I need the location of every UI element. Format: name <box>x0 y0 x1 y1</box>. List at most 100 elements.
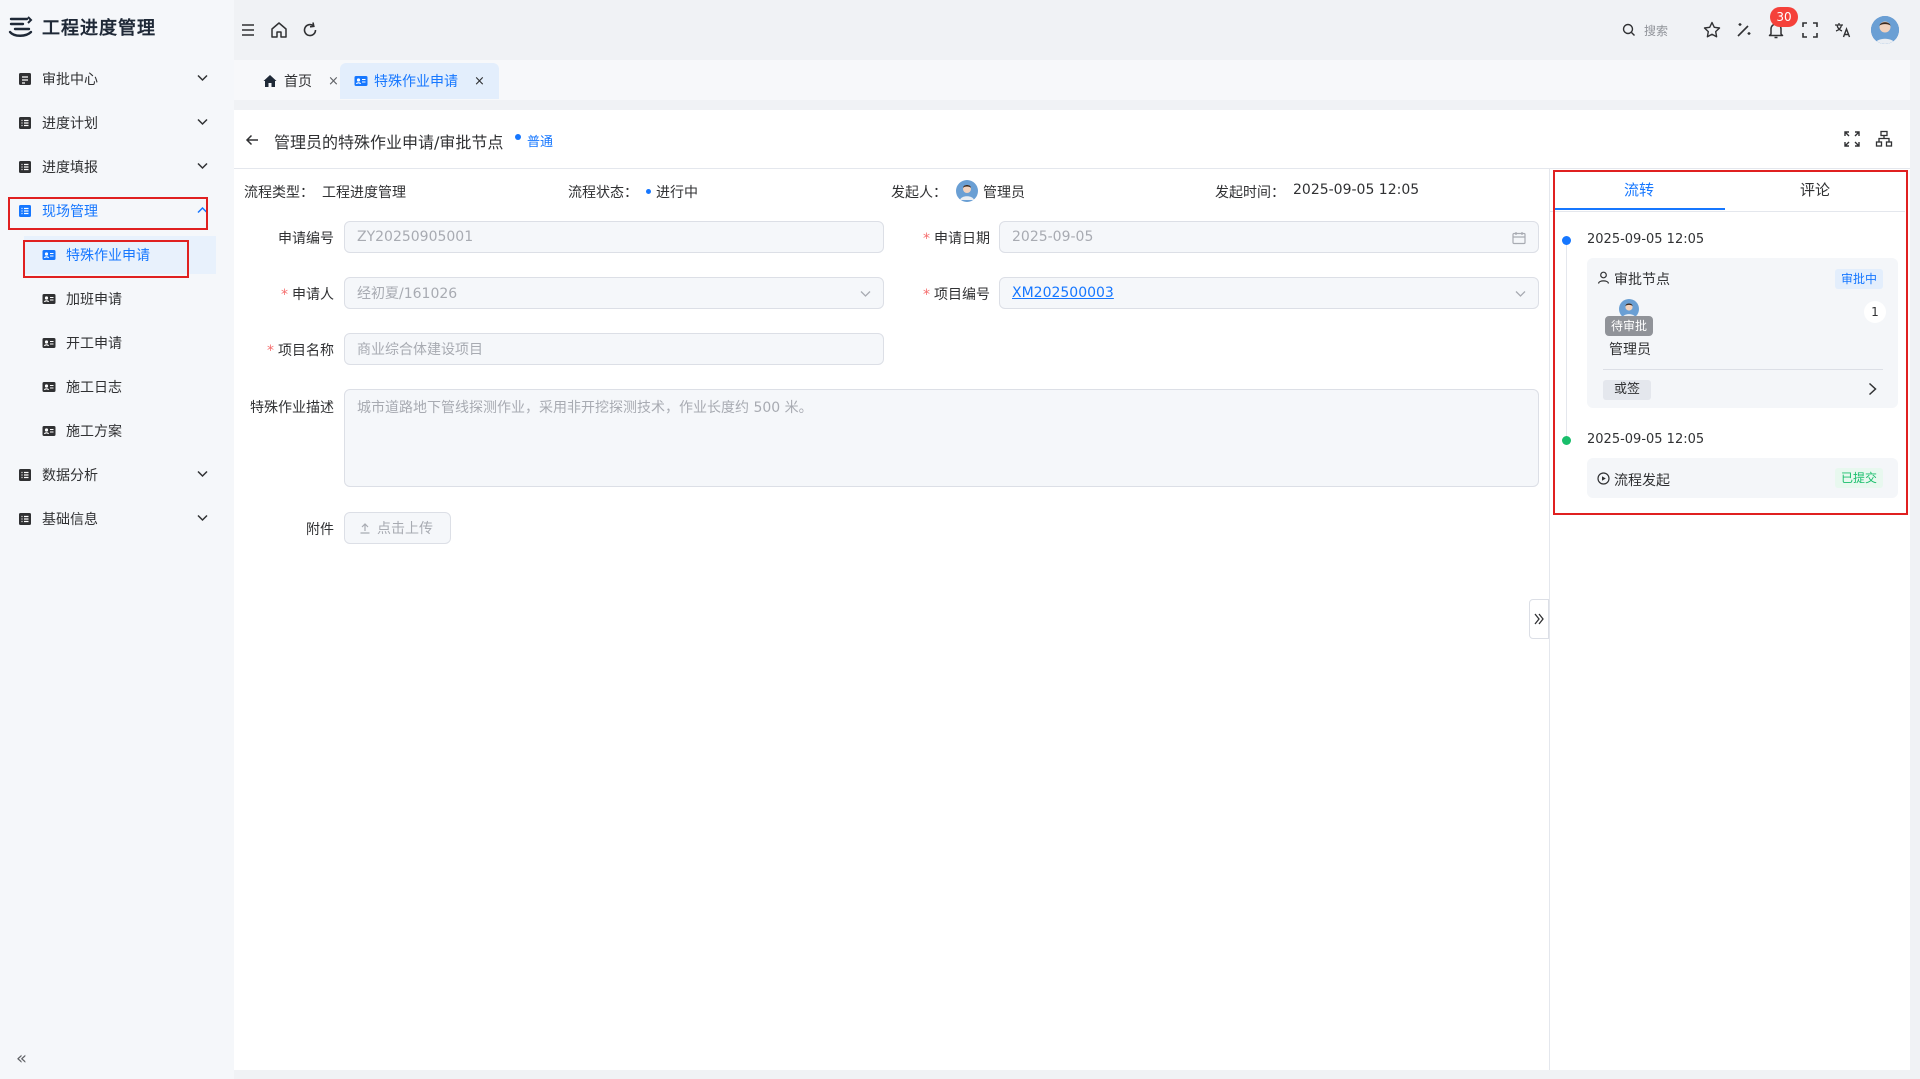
label-text: 项目编号 <box>934 287 990 303</box>
sidebar-item-label: 进度计划 <box>42 116 98 132</box>
sidebar-subitem-overtime[interactable]: 加班申请 <box>24 280 216 318</box>
upload-button[interactable]: 点击上传 <box>344 512 451 544</box>
search-placeholder: 搜索 <box>1644 23 1669 38</box>
initiator-value: 管理员 <box>983 185 1025 201</box>
label-text: 项目名称 <box>278 343 334 359</box>
required-mark: * <box>267 343 274 359</box>
flow-type-value: 工程进度管理 <box>322 185 406 201</box>
applicant-select[interactable]: 经初夏/161026 <box>344 277 884 309</box>
tab-home[interactable]: 首页 × <box>248 63 353 99</box>
collapse-sidebar-button[interactable]: « <box>16 1048 27 1069</box>
sidebar-item-label: 基础信息 <box>42 512 98 528</box>
timeline-line <box>1566 241 1567 438</box>
tab-close-icon[interactable]: × <box>328 74 339 89</box>
card-icon <box>42 250 56 260</box>
field-value: 经初夏/161026 <box>357 286 458 302</box>
chevron-down-icon <box>860 291 871 297</box>
attachment-label: 附件 <box>248 519 334 539</box>
tab-comments[interactable]: 评论 <box>1725 170 1905 210</box>
label-text: 申请日期 <box>934 231 990 247</box>
sidebar-item-progress-plan[interactable]: 进度计划 <box>0 101 234 145</box>
list-icon <box>19 469 31 481</box>
application-number-field[interactable]: ZY20250905001 <box>344 221 884 253</box>
refresh-icon[interactable] <box>300 20 320 40</box>
calendar-icon <box>1512 232 1526 245</box>
tab-label: 特殊作业申请 <box>374 74 458 90</box>
sidebar-item-progress-report[interactable]: 进度填报 <box>0 145 234 189</box>
label-text: 申请编号 <box>278 231 334 247</box>
upload-label: 点击上传 <box>377 521 433 537</box>
app-title: 工程进度管理 <box>42 18 156 39</box>
required-mark: * <box>923 287 930 303</box>
approver-count: 1 <box>1864 301 1886 323</box>
sidebar-item-label: 加班申请 <box>66 292 122 308</box>
search-box[interactable]: 搜索 <box>1612 16 1690 44</box>
sidebar-item-label: 施工方案 <box>66 424 122 440</box>
sidebar-item-approval-center[interactable]: 审批中心 <box>0 57 234 101</box>
sidebar-subitem-construction-log[interactable]: 施工日志 <box>24 368 216 406</box>
project-number-label: * 项目编号 <box>900 284 990 304</box>
star-icon[interactable] <box>1702 20 1722 40</box>
timeline-time: 2025-09-05 12:05 <box>1587 232 1705 247</box>
tab-close-icon[interactable]: × <box>474 74 485 89</box>
card-icon <box>42 294 56 304</box>
chevron-down-icon <box>197 74 208 82</box>
chevron-down-icon <box>197 470 208 478</box>
node-name: 审批节点 <box>1614 272 1670 288</box>
app-logo: 工程进度管理 <box>8 14 156 40</box>
applicant-label: * 申请人 <box>248 284 334 304</box>
list-icon <box>19 117 31 129</box>
document-icon <box>19 73 31 85</box>
list-icon <box>19 205 31 217</box>
timeline-time: 2025-09-05 12:05 <box>1587 432 1705 447</box>
sidebar: 工程进度管理 审批中心 进度计划 进度填报 现场管理 特殊作业申请 加班申请 开… <box>0 0 234 1079</box>
magic-wand-icon[interactable] <box>1734 20 1754 40</box>
header-divider <box>234 168 1910 169</box>
sidebar-item-basic-info[interactable]: 基础信息 <box>0 497 234 541</box>
status-dot <box>646 189 651 194</box>
chevron-right-icon[interactable] <box>1868 382 1877 396</box>
project-number-select[interactable]: XM202500003 <box>999 277 1539 309</box>
play-circle-icon <box>1597 472 1610 485</box>
sidebar-item-data-analysis[interactable]: 数据分析 <box>0 453 234 497</box>
translate-icon[interactable] <box>1833 20 1853 40</box>
logo-icon <box>8 16 33 37</box>
status-badge: 已提交 <box>1835 468 1884 488</box>
initiator-avatar <box>956 180 978 202</box>
user-icon <box>1597 271 1610 284</box>
application-number-label: 申请编号 <box>248 228 334 248</box>
back-arrow-icon[interactable] <box>244 132 260 148</box>
double-chevron-right-icon <box>1534 613 1544 625</box>
sidebar-item-label: 开工申请 <box>66 336 122 352</box>
search-icon <box>1622 23 1635 36</box>
tab-flow[interactable]: 流转 <box>1553 170 1725 210</box>
tab-special-work[interactable]: 特殊作业申请 × <box>340 63 499 99</box>
application-date-field[interactable]: 2025-09-05 <box>999 221 1539 253</box>
description-textarea[interactable]: 城市道路地下管线探测作业，采用非开挖探测技术，作业长度约 500 米。 <box>344 389 1539 487</box>
expand-icon[interactable] <box>1843 130 1861 148</box>
home-icon[interactable] <box>269 20 289 40</box>
sidebar-subitem-start-work[interactable]: 开工申请 <box>24 324 216 362</box>
sidebar-item-site-management[interactable]: 现场管理 <box>0 189 234 233</box>
flow-status-label: 流程状态： <box>568 185 638 201</box>
required-mark: * <box>281 287 288 303</box>
flowchart-icon[interactable] <box>1875 130 1893 148</box>
sidebar-item-label: 审批中心 <box>42 72 98 88</box>
chevron-down-icon <box>1515 291 1526 297</box>
field-value: 2025-09-05 <box>1012 229 1094 245</box>
menu-toggle-icon[interactable] <box>238 20 258 40</box>
project-name-field[interactable]: 商业综合体建设项目 <box>344 333 884 365</box>
chevron-down-icon <box>197 514 208 522</box>
notification-badge: 30 <box>1770 7 1798 27</box>
priority-tag: 普通 <box>527 135 554 150</box>
tabs-divider <box>1550 211 1905 212</box>
user-avatar[interactable] <box>1871 16 1899 44</box>
collapse-right-panel-button[interactable] <box>1529 599 1549 639</box>
sidebar-subitem-construction-plan[interactable]: 施工方案 <box>24 412 216 450</box>
project-number-link[interactable]: XM202500003 <box>1012 285 1114 301</box>
tab-bar: 首页 × 特殊作业申请 × <box>234 60 1910 100</box>
sidebar-subitem-special-work[interactable]: 特殊作业申请 <box>24 236 216 274</box>
flow-status-value: 进行中 <box>656 185 698 201</box>
card-divider <box>1603 369 1883 370</box>
fullscreen-icon[interactable] <box>1800 20 1820 40</box>
